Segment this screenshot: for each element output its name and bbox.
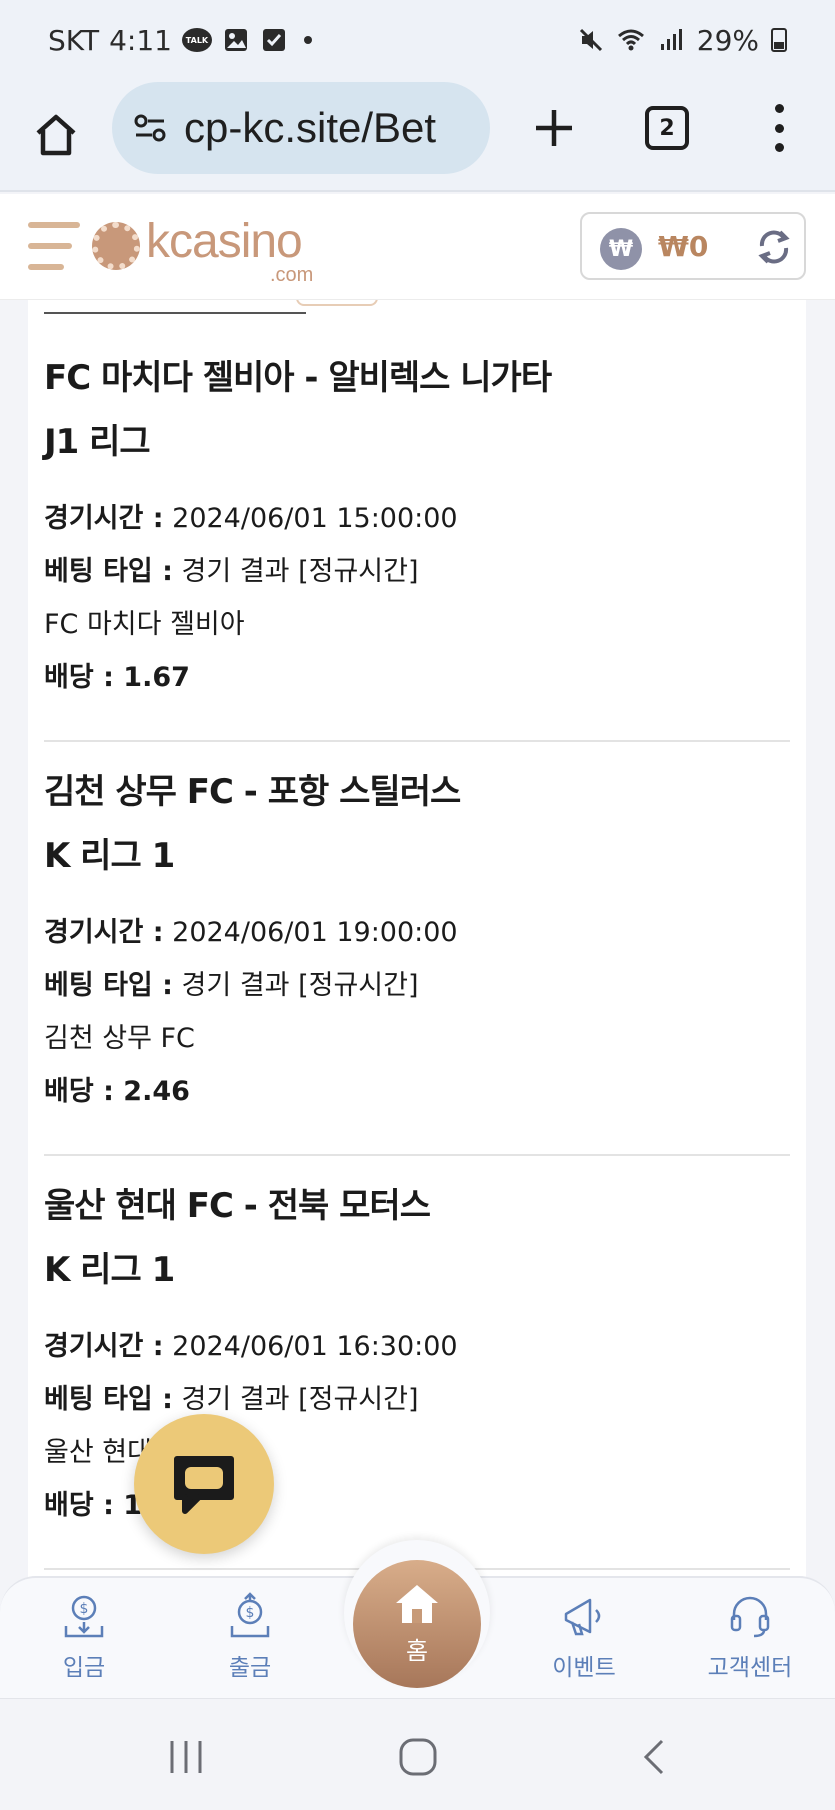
match-title: 울산 현대 FC - 전북 모터스 xyxy=(44,1186,431,1226)
url-text: cp-kc.site/Bet xyxy=(184,104,437,151)
site-settings-icon[interactable] xyxy=(132,110,168,146)
bet-pick: FC 마치다 젤비아 xyxy=(44,609,245,640)
odds-row: 배당 : 2.46 xyxy=(44,1076,190,1107)
status-right: 29% xyxy=(577,24,787,57)
kakaotalk-icon: TALK xyxy=(181,28,212,52)
menu-dot xyxy=(774,143,784,152)
url-bar[interactable]: cp-kc.site/Bet xyxy=(112,82,490,174)
refresh-icon[interactable] xyxy=(754,226,794,268)
svg-text:$: $ xyxy=(246,1605,255,1621)
logo-domain: .com xyxy=(270,264,314,286)
league-name: J1 리그 xyxy=(44,422,151,462)
battery-percent: 29% xyxy=(696,23,759,57)
tab-switcher-button[interactable]: 2 xyxy=(645,106,689,150)
live-chat-button[interactable] xyxy=(134,1414,274,1554)
status-left: SKT 4:11 TALK xyxy=(48,24,312,57)
megaphone-icon xyxy=(564,1598,601,1636)
won-coin-icon: ₩ xyxy=(600,228,642,270)
carrier-label: SKT xyxy=(48,23,100,57)
bet-type-row: 베팅 타입 : 경기 결과 [정규시간] xyxy=(44,556,419,587)
mute-icon xyxy=(579,28,602,52)
chat-bubble-icon xyxy=(174,1456,234,1514)
nav-support-label: 고객센터 xyxy=(707,1655,793,1681)
browser-home-button[interactable] xyxy=(28,107,84,163)
deposit-icon: $ xyxy=(64,1595,104,1638)
menu-dot xyxy=(774,104,784,113)
nav-event-label: 이벤트 xyxy=(552,1655,616,1681)
match-time-row: 경기시간 : 2024/06/01 16:30:00 xyxy=(44,1331,458,1362)
balance-widget: ₩ ₩0 xyxy=(580,212,806,280)
home-icon xyxy=(36,114,76,156)
system-navigation-bar xyxy=(0,1698,835,1810)
balance-value: ₩0 xyxy=(658,230,709,263)
bet-type-row: 베팅 타입 : 경기 결과 [정규시간] xyxy=(44,1384,419,1415)
nav-home[interactable]: 홈 xyxy=(353,1560,481,1688)
bet-item: 김천 상무 FC - 포항 스틸러스 K 리그 1 경기시간 : 2024/06… xyxy=(44,772,790,1110)
nav-withdraw-label: 출금 xyxy=(228,1655,272,1681)
bet-type-row: 베팅 타입 : 경기 결과 [정규시간] xyxy=(44,970,419,1001)
gallery-icon xyxy=(224,29,247,51)
status-bar: SKT 4:11 TALK 29% xyxy=(0,0,835,80)
match-time-row: 경기시간 : 2024/06/01 15:00:00 xyxy=(44,503,458,534)
nav-home-label: 홈 xyxy=(405,1636,429,1665)
poker-chip-icon xyxy=(92,222,140,270)
wifi-icon xyxy=(617,29,644,51)
checkbox-icon xyxy=(262,29,285,51)
partial-button[interactable] xyxy=(296,300,378,306)
match-title: FC 마치다 젤비아 - 알비렉스 니가타 xyxy=(44,358,552,398)
hamburger-menu-icon[interactable] xyxy=(28,222,80,270)
nav-deposit[interactable]: $ 입금 xyxy=(24,1592,144,1692)
odds-row: 배당 : 1.67 xyxy=(44,662,190,693)
match-title: 김천 상무 FC - 포항 스틸러스 xyxy=(44,772,461,812)
home-button-icon[interactable] xyxy=(398,1737,438,1777)
nav-deposit-label: 입금 xyxy=(62,1655,106,1681)
headset-icon xyxy=(730,1596,770,1638)
site-logo[interactable]: kcasino .com xyxy=(92,214,332,286)
browser-menu-button[interactable] xyxy=(765,104,793,152)
back-icon[interactable] xyxy=(638,1737,668,1777)
svg-text:$: $ xyxy=(80,1601,89,1617)
nav-withdraw[interactable]: $ 출금 xyxy=(190,1592,310,1692)
bet-pick: 김천 상무 FC xyxy=(44,1023,195,1054)
home-icon xyxy=(396,1584,438,1623)
recent-apps-icon[interactable] xyxy=(166,1737,206,1777)
divider xyxy=(44,1154,790,1156)
logo-text: kcasino xyxy=(146,215,303,268)
nav-support[interactable]: 고객센터 xyxy=(690,1592,810,1692)
match-time-row: 경기시간 : 2024/06/01 19:00:00 xyxy=(44,917,458,948)
notification-dot xyxy=(303,36,312,44)
divider xyxy=(44,740,790,742)
section-underline xyxy=(44,312,306,314)
league-name: K 리그 1 xyxy=(44,836,175,876)
signal-icon xyxy=(660,29,682,50)
new-tab-button[interactable] xyxy=(526,100,582,156)
nav-event[interactable]: 이벤트 xyxy=(524,1592,644,1692)
menu-dot xyxy=(774,123,784,133)
withdraw-icon: $ xyxy=(230,1592,270,1638)
bet-item: FC 마치다 젤비아 - 알비렉스 니가타 J1 리그 경기시간 : 2024/… xyxy=(44,358,790,696)
clock: 4:11 xyxy=(109,23,172,57)
league-name: K 리그 1 xyxy=(44,1250,175,1290)
bet-history-card: FC 마치다 젤비아 - 알비렉스 니가타 J1 리그 경기시간 : 2024/… xyxy=(28,300,806,1600)
plus-icon xyxy=(536,110,572,146)
battery-icon xyxy=(771,28,787,52)
